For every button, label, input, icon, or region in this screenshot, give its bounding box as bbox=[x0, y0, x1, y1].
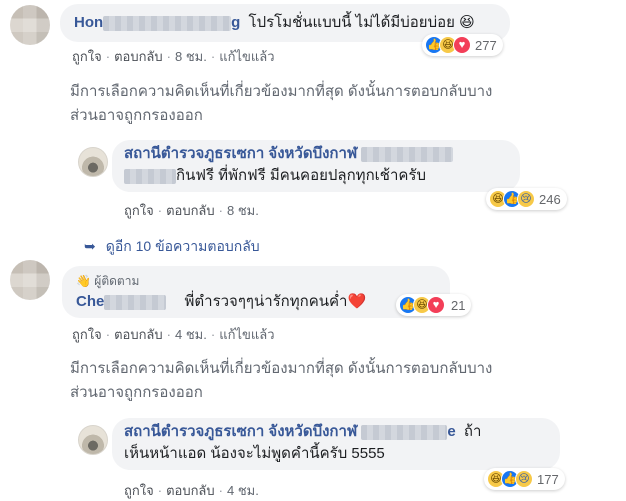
wave-hand-icon: 👋 bbox=[76, 274, 91, 288]
comment-text: พี่ตำรวจๆๆน่ารักทุกคนค่ำ❤️ bbox=[184, 293, 367, 310]
reply-bubble: สถานีตำรวจภูธรเซกา จังหวัดบึงกาฬ กินฟรี … bbox=[112, 140, 520, 192]
redacted-text bbox=[124, 168, 176, 184]
edited-label[interactable]: แก้ไขแล้ว bbox=[219, 49, 274, 64]
love-reaction-icon: ♥ bbox=[427, 296, 445, 314]
reaction-count: 277 bbox=[475, 37, 497, 53]
reply-actions: ถูกใจ · ตอบกลับ · 8 ชม. bbox=[124, 203, 259, 218]
sad-reaction-icon: 😢 bbox=[515, 470, 533, 488]
comment-author[interactable]: Hon g bbox=[74, 14, 240, 31]
timestamp[interactable]: 8 ชม. bbox=[227, 203, 259, 218]
reply-bubble: สถานีตำรวจภูธรเซกา จังหวัดบึงกาฬ e ถ้า เ… bbox=[112, 418, 560, 470]
reaction-count: 177 bbox=[537, 471, 559, 487]
comment-text: โปรโมชั่นแบบนี้ ไม่ได้มีบ่อยบ่อย 😆 bbox=[248, 14, 475, 31]
comment-author[interactable]: Che bbox=[76, 293, 167, 310]
like-button[interactable]: ถูกใจ bbox=[124, 203, 154, 218]
reply-arrow-icon: ➥ bbox=[84, 238, 96, 254]
love-reaction-icon: ♥ bbox=[453, 36, 471, 54]
reaction-count: 21 bbox=[451, 297, 466, 313]
comment-actions: ถูกใจ · ตอบกลับ · 4 ชม. · แก้ไขแล้ว bbox=[72, 327, 275, 342]
like-button[interactable]: ถูกใจ bbox=[124, 483, 154, 498]
reaction-summary[interactable]: 😆 👍 😢 177 bbox=[484, 468, 565, 490]
timestamp[interactable]: 4 ชม. bbox=[175, 327, 207, 342]
reply-author[interactable]: สถานีตำรวจภูธรเซกา จังหวัดบึงกาฬ bbox=[124, 145, 357, 162]
redacted-name bbox=[361, 146, 454, 162]
comment-bubble: 👋 ผู้ติดตาม Che พี่ตำรวจๆๆน่ารักทุกคนค่ำ… bbox=[62, 266, 450, 318]
avatar[interactable] bbox=[78, 425, 108, 455]
reaction-count: 246 bbox=[539, 191, 561, 207]
sad-reaction-icon: 😢 bbox=[517, 190, 535, 208]
redacted-name bbox=[361, 424, 448, 440]
edited-label[interactable]: แก้ไขแล้ว bbox=[219, 327, 274, 342]
reply-text: กินฟรี ที่พักฟรี มีคนคอยปลุกทุกเช้าครับ bbox=[176, 167, 426, 184]
avatar[interactable] bbox=[10, 260, 50, 300]
reply-button[interactable]: ตอบกลับ bbox=[166, 203, 215, 218]
more-replies-link[interactable]: ➥ ดูอีก 10 ข้อความตอบกลับ bbox=[84, 236, 260, 258]
reply-button[interactable]: ตอบกลับ bbox=[114, 327, 163, 342]
timestamp[interactable]: 4 ชม. bbox=[227, 483, 259, 498]
reply-button[interactable]: ตอบกลับ bbox=[166, 483, 215, 498]
redacted-name bbox=[103, 15, 232, 31]
timestamp[interactable]: 8 ชม. bbox=[175, 49, 207, 64]
reaction-summary[interactable]: 👍 😆 ♥ 277 bbox=[422, 34, 503, 56]
like-button[interactable]: ถูกใจ bbox=[72, 49, 102, 64]
reply-author[interactable]: สถานีตำรวจภูธรเซกา จังหวัดบึงกาฬ bbox=[124, 423, 357, 440]
filter-notice: มีการเลือกความคิดเห็นที่เกี่ยวข้องมากที่… bbox=[70, 360, 493, 401]
reply-actions: ถูกใจ · ตอบกลับ · 4 ชม. bbox=[124, 483, 259, 498]
reaction-summary[interactable]: 👍 😆 ♥ 21 bbox=[396, 294, 472, 316]
reply-button[interactable]: ตอบกลับ bbox=[114, 49, 163, 64]
reaction-summary[interactable]: 😆 👍 😢 246 bbox=[486, 188, 567, 210]
comment-actions: ถูกใจ · ตอบกลับ · 8 ชม. · แก้ไขแล้ว bbox=[72, 49, 275, 64]
avatar[interactable] bbox=[78, 147, 108, 177]
avatar[interactable] bbox=[10, 5, 50, 45]
like-button[interactable]: ถูกใจ bbox=[72, 327, 102, 342]
redacted-name bbox=[104, 294, 167, 310]
filter-notice: มีการเลือกความคิดเห็นที่เกี่ยวข้องมากที่… bbox=[70, 83, 493, 124]
follower-badge: ผู้ติดตาม bbox=[94, 274, 140, 288]
reply-text: เห็นหน้าแอด น้องจะไม่พูดคำนี้ครับ 5555 bbox=[124, 445, 385, 462]
